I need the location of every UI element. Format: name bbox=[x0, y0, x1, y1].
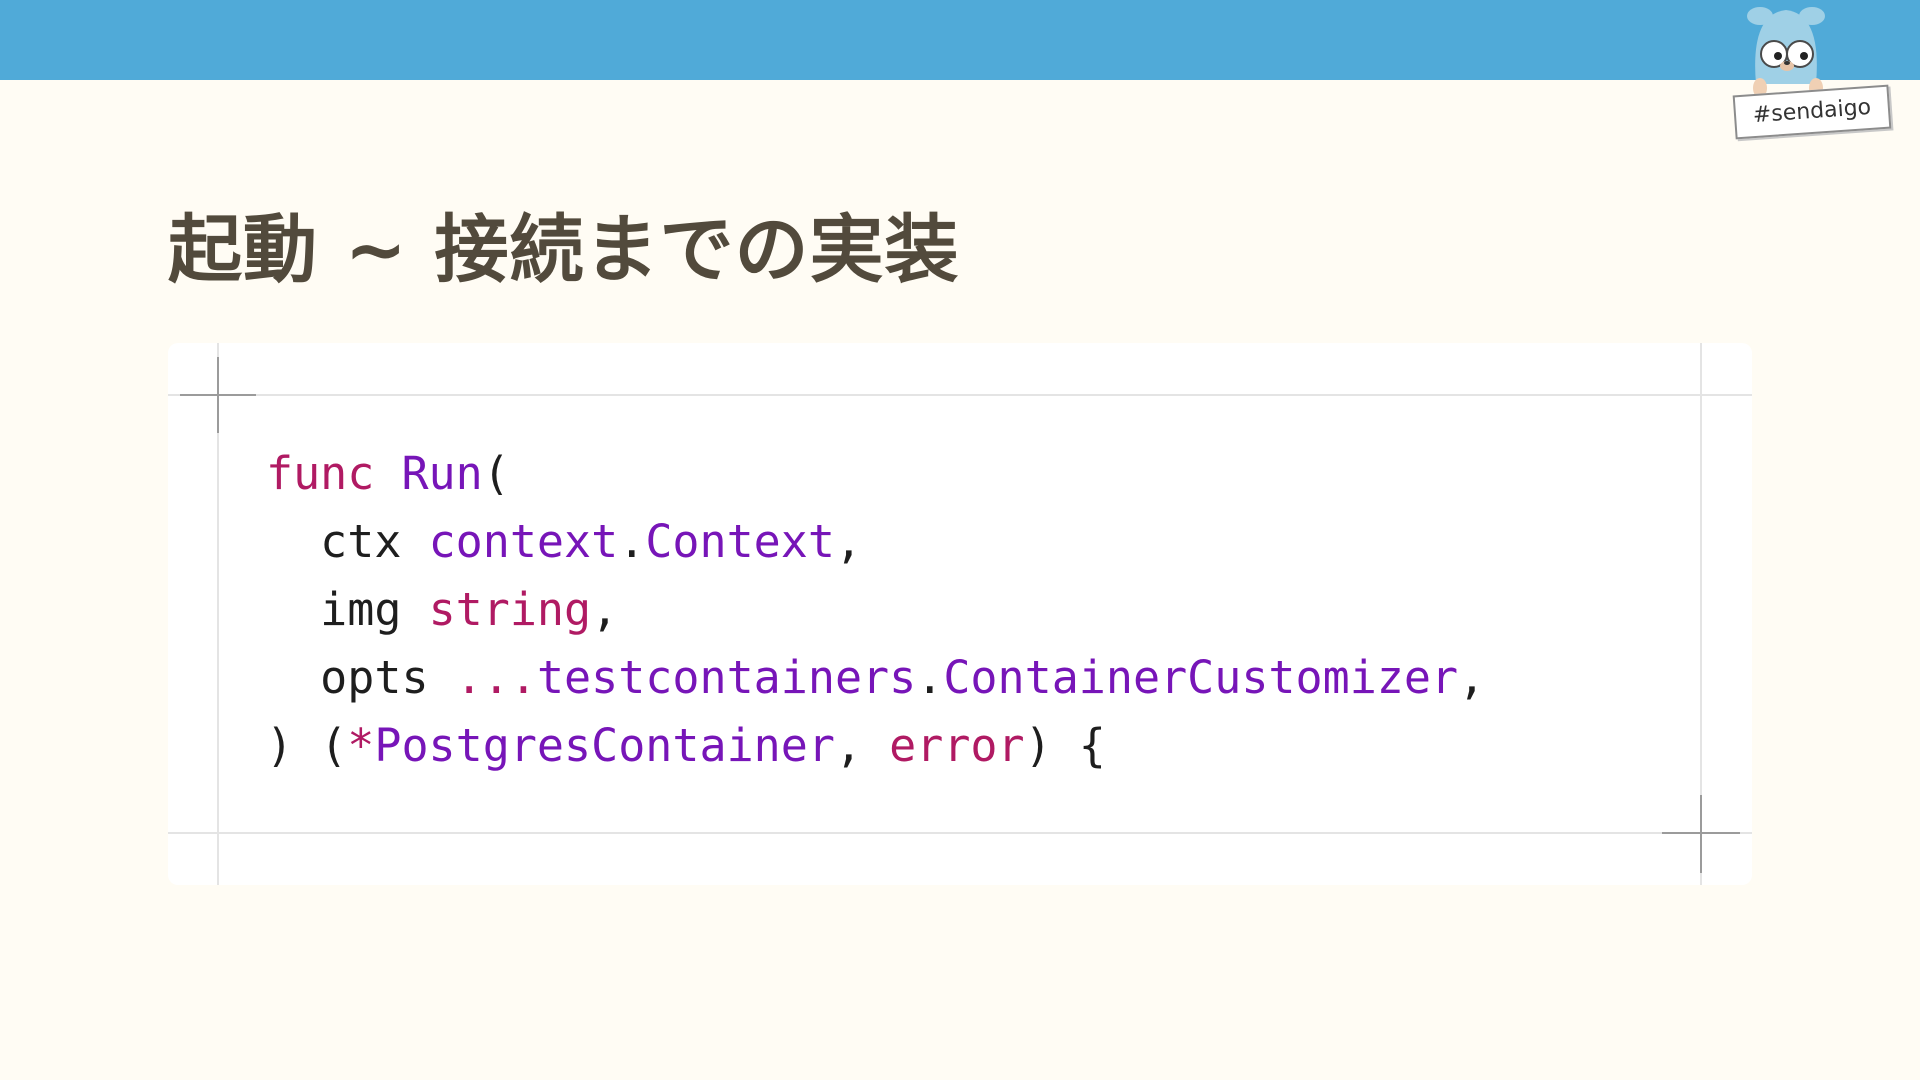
code-token: context bbox=[428, 515, 619, 568]
hashtag-label: #sendaigo bbox=[1732, 84, 1892, 140]
code-token: ... bbox=[455, 651, 537, 704]
code-token: , bbox=[834, 515, 863, 568]
code-token: func bbox=[266, 447, 375, 500]
code-token: Run bbox=[401, 447, 483, 500]
code-token: ) { bbox=[1024, 719, 1106, 772]
code-token: ctx bbox=[266, 515, 429, 568]
code-token: , bbox=[1458, 651, 1486, 704]
code-token: , bbox=[834, 719, 890, 772]
code-token: . bbox=[618, 515, 646, 568]
code-line: ) (*PostgresContainer, error) { bbox=[266, 712, 1485, 780]
code-line: ctx context.Context, bbox=[266, 508, 1485, 576]
code-token: opts bbox=[266, 651, 456, 704]
guide-line-top bbox=[168, 394, 1752, 396]
sendaigo-badge: #sendaigo bbox=[1722, 6, 1892, 140]
code-token: string bbox=[428, 583, 592, 636]
code-token: . bbox=[916, 651, 944, 704]
code-line: func Run( bbox=[266, 440, 1485, 508]
code-token: ) ( bbox=[266, 719, 348, 772]
code-token: ( bbox=[482, 447, 510, 500]
code-token: PostgresContainer bbox=[374, 719, 835, 772]
slide-title: 起動 ~ 接続までの実装 bbox=[168, 207, 960, 293]
code-listing: func Run( ctx context.Context, img strin… bbox=[266, 440, 1485, 780]
code-token: testcontainers bbox=[536, 651, 917, 704]
guide-line-bottom bbox=[168, 832, 1752, 834]
code-token: * bbox=[347, 719, 375, 772]
code-token: ContainerCustomizer bbox=[943, 651, 1459, 704]
header-bar bbox=[0, 0, 1920, 80]
code-line: img string, bbox=[266, 576, 1485, 644]
code-line: opts ...testcontainers.ContainerCustomiz… bbox=[266, 644, 1485, 712]
code-token: , bbox=[591, 583, 619, 636]
code-token: error bbox=[889, 719, 1025, 772]
code-token: Context bbox=[645, 515, 835, 568]
code-token: img bbox=[266, 583, 429, 636]
